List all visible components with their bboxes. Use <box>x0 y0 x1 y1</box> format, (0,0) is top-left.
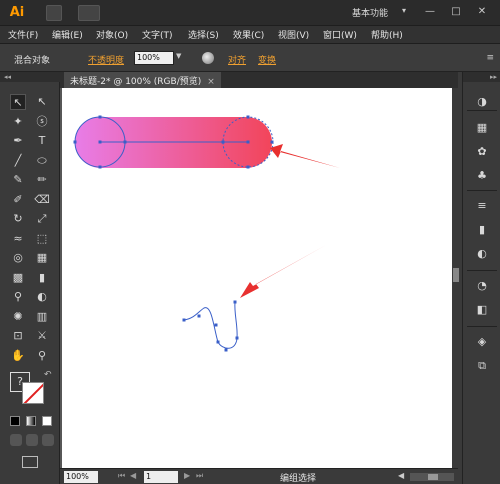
anchor-point[interactable] <box>98 140 102 144</box>
gradient-icon[interactable]: ▮ <box>474 222 490 238</box>
transparency-icon[interactable]: ◐ <box>474 246 490 262</box>
artboards-icon[interactable]: ⧉ <box>474 358 490 374</box>
panel-separator <box>467 190 497 191</box>
layers-icon[interactable]: ◈ <box>474 334 490 350</box>
anchor-point[interactable] <box>221 140 225 144</box>
panel-separator <box>467 110 497 111</box>
anchor-point[interactable] <box>182 318 186 322</box>
prev-page-icon[interactable]: ◀ <box>130 471 136 480</box>
anchor-point[interactable] <box>235 336 239 340</box>
scrollbar-thumb[interactable] <box>428 474 438 480</box>
anchor-point[interactable] <box>214 323 218 327</box>
vertical-scrollbar[interactable] <box>452 88 460 468</box>
panel-separator <box>467 326 497 327</box>
anchor-point[interactable] <box>123 140 127 144</box>
status-bar: 100% ⏮ ◀ 1 ▶ ⏭ 编组选择 ◀ <box>60 468 458 484</box>
spine-path[interactable] <box>183 301 238 349</box>
anchor-point[interactable] <box>246 115 250 119</box>
anchor-point[interactable] <box>233 300 237 304</box>
arrow-pointer-1 <box>270 144 340 168</box>
swatches-icon[interactable]: ▦ <box>474 120 490 136</box>
panel-separator <box>467 270 497 271</box>
color-icon[interactable]: ◑ <box>474 94 490 110</box>
collapse-dock-icon[interactable]: ▸▸ <box>463 72 500 82</box>
zoom-level-field[interactable]: 100% <box>64 471 98 483</box>
status-text[interactable]: 编组选择 <box>280 471 316 484</box>
graphic-styles-icon[interactable]: ◧ <box>474 302 490 318</box>
anchor-point[interactable] <box>73 140 77 144</box>
panel-dock: ▸▸ ◑ ▦ ✿ ♣ ≡ ▮ ◐ ◔ ◧ ◈ ⧉ <box>462 72 500 484</box>
anchor-point[interactable] <box>270 140 274 144</box>
anchor-point[interactable] <box>224 348 228 352</box>
last-page-icon[interactable]: ⏭ <box>196 471 203 481</box>
next-page-icon[interactable]: ▶ <box>184 471 190 480</box>
artwork-layer[interactable] <box>0 0 500 484</box>
anchor-point[interactable] <box>98 165 102 169</box>
first-page-icon[interactable]: ⏮ <box>118 471 125 481</box>
arrow-pointer-2 <box>240 245 326 298</box>
anchor-point[interactable] <box>246 140 250 144</box>
spine-path-anchors[interactable] <box>182 300 239 352</box>
anchor-point[interactable] <box>246 165 250 169</box>
brushes-icon[interactable]: ✿ <box>474 144 490 160</box>
anchor-point[interactable] <box>197 314 201 318</box>
stroke-icon[interactable]: ≡ <box>474 198 490 214</box>
anchor-point[interactable] <box>98 115 102 119</box>
anchor-point[interactable] <box>216 340 220 344</box>
symbols-icon[interactable]: ♣ <box>474 168 490 184</box>
scrollbar-thumb[interactable] <box>453 268 459 282</box>
appearance-icon[interactable]: ◔ <box>474 278 490 294</box>
page-number-field[interactable]: 1 <box>144 471 178 483</box>
horizontal-scrollbar[interactable] <box>410 473 454 481</box>
status-arrow-icon[interactable]: ◀ <box>398 471 404 480</box>
